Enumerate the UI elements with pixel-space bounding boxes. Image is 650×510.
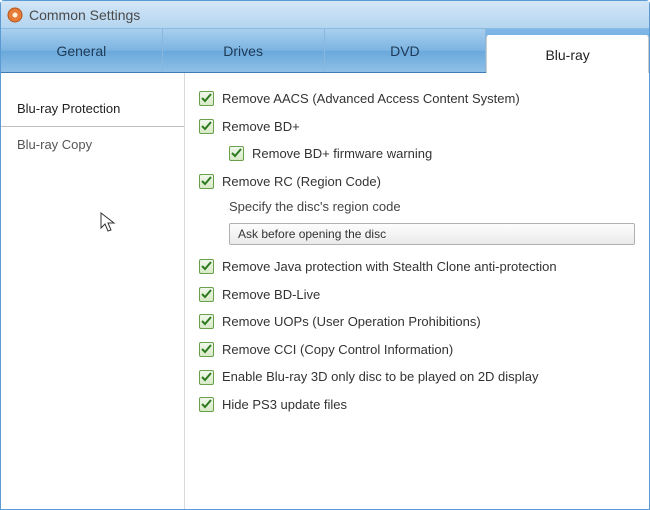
tab-dvd[interactable]: DVD: [325, 29, 487, 72]
checkbox-remove-bdplus-fw[interactable]: [229, 146, 244, 161]
option-label: Remove BD+ firmware warning: [252, 146, 432, 162]
option-label: Remove AACS (Advanced Access Content Sys…: [222, 91, 520, 107]
option-label: Hide PS3 update files: [222, 397, 347, 413]
option-remove-rc: Remove RC (Region Code): [199, 174, 635, 190]
sidebar-item-protection[interactable]: Blu-ray Protection: [1, 91, 184, 127]
sidebar: Blu-ray Protection Blu-ray Copy: [1, 73, 185, 509]
option-label: Remove BD-Live: [222, 287, 320, 303]
tab-general[interactable]: General: [1, 29, 163, 72]
dropdown-value: Ask before opening the disc: [238, 227, 386, 241]
titlebar: Common Settings: [1, 1, 649, 29]
checkbox-enable-3d[interactable]: [199, 370, 214, 385]
option-remove-bdplus-fw: Remove BD+ firmware warning: [199, 146, 635, 162]
checkbox-remove-java[interactable]: [199, 259, 214, 274]
region-code-label: Specify the disc's region code: [229, 199, 401, 215]
checkbox-remove-uops[interactable]: [199, 314, 214, 329]
app-icon: [7, 7, 23, 23]
checkbox-remove-cci[interactable]: [199, 342, 214, 357]
checkbox-hide-ps3[interactable]: [199, 397, 214, 412]
option-remove-bdplus: Remove BD+: [199, 119, 635, 135]
option-hide-ps3: Hide PS3 update files: [199, 397, 635, 413]
option-label: Enable Blu-ray 3D only disc to be played…: [222, 369, 539, 385]
tab-bar: General Drives DVD Blu-ray: [1, 29, 649, 73]
option-remove-java: Remove Java protection with Stealth Clon…: [199, 259, 635, 275]
option-remove-bdlive: Remove BD-Live: [199, 287, 635, 303]
checkbox-remove-bdlive[interactable]: [199, 287, 214, 302]
content-pane: Remove AACS (Advanced Access Content Sys…: [185, 73, 649, 509]
option-remove-uops: Remove UOPs (User Operation Prohibitions…: [199, 314, 635, 330]
tab-label: DVD: [390, 43, 420, 59]
option-label: Remove CCI (Copy Control Information): [222, 342, 453, 358]
region-code-dropdown[interactable]: Ask before opening the disc: [229, 223, 635, 245]
checkbox-remove-bdplus[interactable]: [199, 119, 214, 134]
option-enable-3d: Enable Blu-ray 3D only disc to be played…: [199, 369, 635, 385]
sidebar-item-copy[interactable]: Blu-ray Copy: [1, 127, 184, 163]
checkbox-remove-aacs[interactable]: [199, 91, 214, 106]
tab-label: Blu-ray: [545, 47, 589, 63]
option-remove-cci: Remove CCI (Copy Control Information): [199, 342, 635, 358]
option-remove-aacs: Remove AACS (Advanced Access Content Sys…: [199, 91, 635, 107]
body: Blu-ray Protection Blu-ray Copy Remove A…: [1, 73, 649, 509]
option-label: Remove Java protection with Stealth Clon…: [222, 259, 557, 275]
option-label: Remove UOPs (User Operation Prohibitions…: [222, 314, 481, 330]
tab-label: General: [56, 43, 106, 59]
window-title: Common Settings: [29, 7, 140, 23]
tab-drives[interactable]: Drives: [163, 29, 325, 72]
option-label: Remove RC (Region Code): [222, 174, 381, 190]
settings-window: Common Settings General Drives DVD Blu-r…: [0, 0, 650, 510]
tab-label: Drives: [223, 43, 263, 59]
region-code-label-row: Specify the disc's region code: [199, 199, 635, 215]
checkbox-remove-rc[interactable]: [199, 174, 214, 189]
tab-bluray[interactable]: Blu-ray: [486, 35, 649, 73]
sidebar-item-label: Blu-ray Copy: [17, 137, 92, 152]
sidebar-item-label: Blu-ray Protection: [17, 101, 120, 116]
option-label: Remove BD+: [222, 119, 300, 135]
